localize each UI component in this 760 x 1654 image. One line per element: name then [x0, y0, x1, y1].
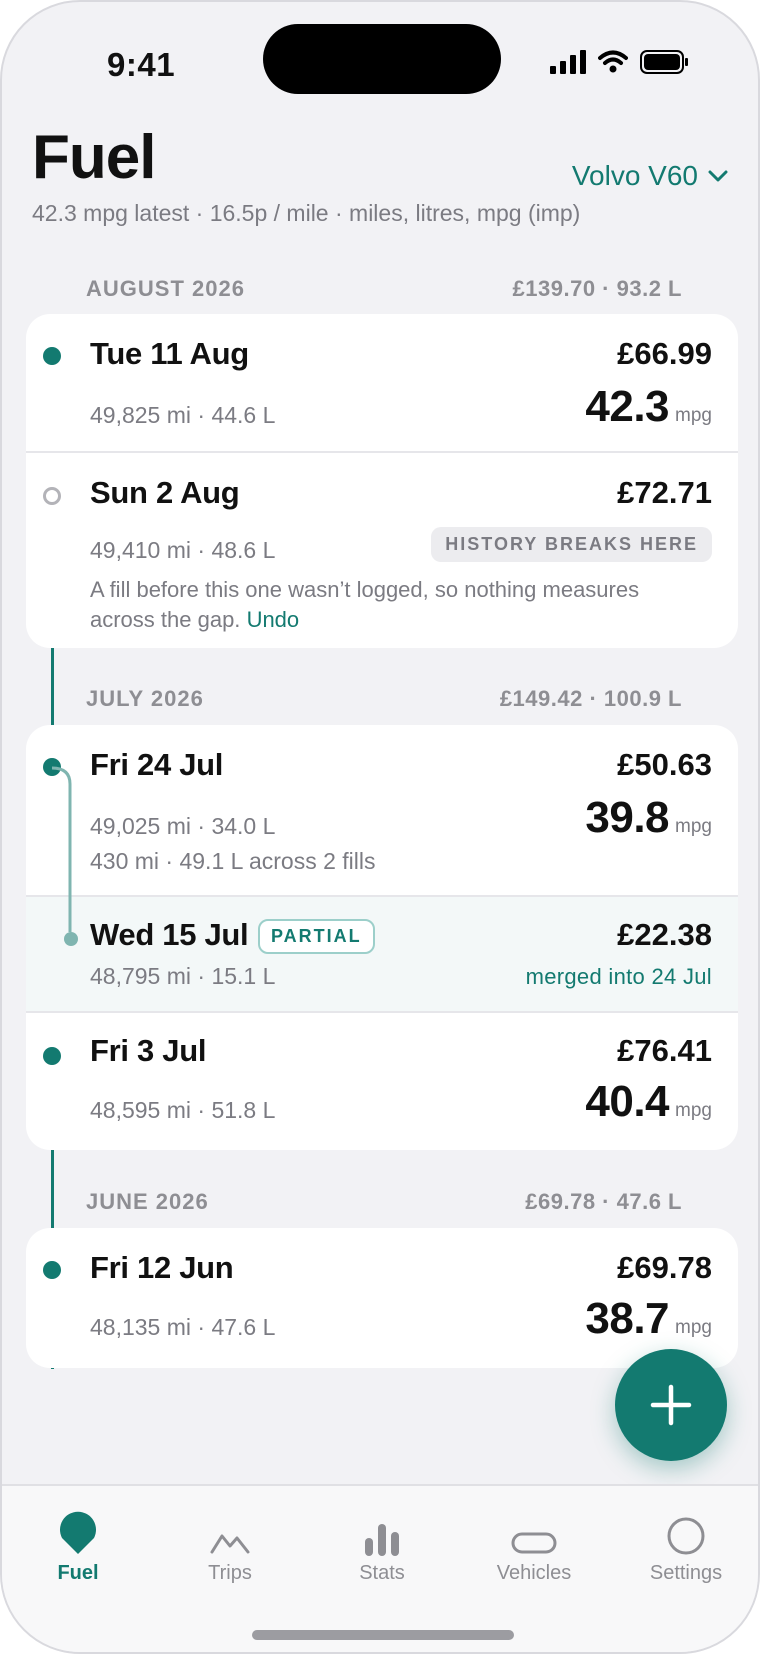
timeline-gap-dot: [43, 487, 61, 505]
history-break-note: A fill before this one wasn’t logged, so…: [90, 575, 698, 635]
merged-note: merged into 24 Jul: [525, 964, 712, 989]
dynamic-island: [263, 24, 501, 94]
month-card-july: Fri 24 Jul 49,025 mi · 34.0 L 430 mi · 4…: [26, 725, 738, 1150]
fill-price: £66.99: [617, 336, 712, 371]
fill-row[interactable]: Tue 11 Aug 49,825 mi · 44.6 L £66.99 42.…: [26, 314, 738, 453]
undo-link[interactable]: Undo: [247, 607, 300, 632]
fill-date: Fri 3 Jul: [90, 1033, 207, 1068]
merge-connector: [51, 766, 72, 932]
tab-trips[interactable]: Trips: [165, 1504, 295, 1585]
month-label: JULY 2026: [86, 686, 204, 711]
signal-icon: [550, 50, 586, 74]
fill-meta: 48,795 mi · 15.1 L: [90, 963, 276, 989]
month-totals: £69.78 · 47.6 L: [525, 1189, 682, 1214]
fill-mpg: 42.3 mpg: [585, 382, 712, 432]
fill-row[interactable]: Sun 2 Aug 49,410 mi · 48.6 L £72.71 HIST…: [26, 453, 738, 648]
fill-meta: 49,025 mi · 34.0 L: [90, 813, 276, 839]
fill-price: £22.38: [617, 917, 712, 952]
timeline-dot: [43, 1261, 61, 1279]
tab-fuel[interactable]: Fuel: [13, 1504, 143, 1585]
fill-meta: 49,410 mi · 48.6 L: [90, 537, 276, 563]
fill-meta: 48,595 mi · 51.8 L: [90, 1097, 276, 1123]
fill-row[interactable]: Fri 24 Jul 49,025 mi · 34.0 L 430 mi · 4…: [26, 725, 738, 897]
tab-label: Fuel: [57, 1562, 99, 1584]
timeline-partial-dot: [64, 932, 78, 946]
vehicle-selector[interactable]: Volvo V60: [572, 160, 728, 192]
tab-bar: Fuel Trips Stats Vehicles Settings: [2, 1484, 758, 1652]
phone-screen: 9:41 Fuel Volvo V60 42.3 mpg latest · 16…: [0, 0, 760, 1654]
tab-settings[interactable]: Settings: [621, 1504, 751, 1585]
month-card-june: Fri 12 Jun 48,135 mi · 47.6 L £69.78 38.…: [26, 1228, 738, 1368]
fill-price: £76.41: [617, 1033, 712, 1068]
month-label: AUGUST 2026: [86, 276, 245, 301]
add-fill-button[interactable]: [615, 1349, 727, 1461]
tab-label: Vehicles: [496, 1562, 572, 1584]
tab-label: Trips: [208, 1562, 252, 1584]
tab-vehicles[interactable]: Vehicles: [469, 1504, 599, 1585]
month-header: AUGUST 2026 £139.70 · 93.2 L: [86, 276, 682, 302]
fill-price: £69.78: [617, 1250, 712, 1285]
month-header: JULY 2026 £149.42 · 100.9 L: [86, 686, 682, 712]
vehicle-name: Volvo V60: [571, 160, 698, 191]
battery-icon: [640, 50, 688, 74]
page-title: Fuel: [32, 123, 156, 192]
month-card-august: Tue 11 Aug 49,825 mi · 44.6 L £66.99 42.…: [26, 314, 738, 648]
fill-row-partial[interactable]: Wed 15 Jul PARTIAL 48,795 mi · 15.1 L £2…: [26, 897, 738, 1013]
month-totals: £139.70 · 93.2 L: [512, 276, 682, 301]
stats-bars-icon: [365, 1524, 399, 1556]
mpg-value: 42.3: [585, 382, 670, 431]
mpg-unit: mpg: [675, 405, 712, 426]
fill-date: Fri 12 Jun: [90, 1250, 234, 1285]
mpg-unit: mpg: [675, 816, 712, 837]
fill-row[interactable]: Fri 3 Jul 48,595 mi · 51.8 L £76.41 40.4…: [26, 1013, 738, 1150]
fill-meta: 49,825 mi · 44.6 L: [90, 402, 276, 428]
fill-price: £72.71: [617, 475, 712, 510]
chevron-down-icon: [708, 170, 728, 182]
fuel-drop-icon: [60, 1511, 96, 1554]
mpg-unit: mpg: [675, 1317, 712, 1338]
fill-mpg: 38.7 mpg: [585, 1294, 712, 1344]
status-icons: [550, 50, 688, 74]
note-text: A fill before this one wasn’t logged, so…: [90, 577, 640, 632]
timeline-dot: [43, 1047, 61, 1065]
vehicle-icon: [511, 1532, 557, 1554]
mpg-value: 39.8: [585, 793, 670, 842]
tab-stats[interactable]: Stats: [317, 1504, 447, 1585]
trips-mountain-icon: [210, 1534, 250, 1554]
mpg-value: 38.7: [585, 1294, 670, 1343]
home-indicator: [252, 1630, 514, 1640]
mpg-unit: mpg: [675, 1100, 712, 1121]
timeline-dot: [43, 347, 61, 365]
month-header: JUNE 2026 £69.78 · 47.6 L: [86, 1189, 682, 1215]
fill-meta: 48,135 mi · 47.6 L: [90, 1314, 276, 1340]
partial-badge: PARTIAL: [258, 919, 375, 954]
fill-row[interactable]: Fri 12 Jun 48,135 mi · 47.6 L £69.78 38.…: [26, 1228, 738, 1368]
tab-label: Settings: [649, 1562, 723, 1584]
fill-mpg: 40.4 mpg: [585, 1077, 712, 1127]
status-time: 9:41: [107, 46, 176, 83]
history-break-badge: HISTORY BREAKS HERE: [431, 527, 712, 562]
fill-date: Tue 11 Aug: [90, 336, 249, 371]
plus-icon: [650, 1384, 692, 1426]
mpg-value: 40.4: [585, 1077, 670, 1126]
tab-label: Stats: [359, 1562, 405, 1584]
fill-mpg: 39.8 mpg: [585, 793, 712, 843]
fill-combined-meta: 430 mi · 49.1 L across 2 fills: [90, 848, 376, 874]
fill-date: Fri 24 Jul: [90, 747, 224, 782]
fill-date: Sun 2 Aug: [90, 475, 240, 510]
fill-price: £50.63: [617, 747, 712, 782]
settings-circle-icon: [667, 1517, 705, 1555]
summary-subtitle: 42.3 mpg latest · 16.5p / mile · miles, …: [32, 200, 581, 226]
fill-date: Wed 15 Jul: [90, 917, 249, 952]
month-totals: £149.42 · 100.9 L: [499, 686, 682, 711]
month-label: JUNE 2026: [86, 1189, 209, 1214]
wifi-icon: [598, 50, 628, 73]
